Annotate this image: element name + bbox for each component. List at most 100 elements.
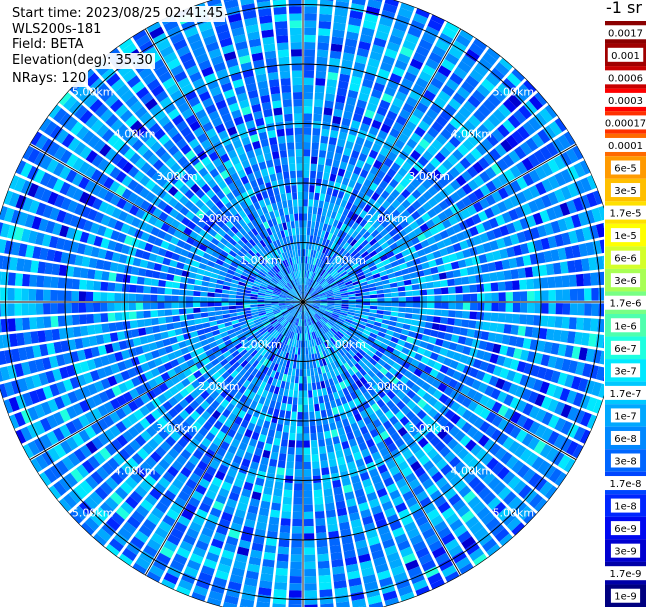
range-gate: [320, 186, 327, 195]
range-gate: [317, 35, 330, 44]
range-gate: [296, 433, 303, 441]
range-gate: [172, 282, 181, 289]
range-gate: [477, 302, 485, 311]
range-gate: [109, 332, 119, 342]
range-gate: [35, 303, 44, 315]
range-gate: [303, 234, 307, 242]
range-gate: [419, 289, 428, 296]
range-gate: [332, 479, 342, 489]
range-gate: [235, 302, 243, 306]
range-gate: [304, 41, 316, 50]
range-gate: [271, 444, 280, 453]
range-gate: [262, 558, 275, 568]
range-gate: [314, 503, 324, 512]
range-gate: [309, 235, 314, 243]
range-gate: [100, 292, 108, 302]
range-gate: [174, 328, 183, 336]
range-gate: [433, 288, 442, 295]
range-gate: [562, 303, 571, 315]
range-gate: [150, 302, 158, 310]
range-gate: [395, 275, 404, 282]
range-gate: [417, 320, 426, 328]
range-gate: [274, 481, 284, 490]
range-gate: [405, 302, 414, 308]
range-gate: [200, 302, 208, 307]
range-gate: [318, 395, 324, 404]
range-gate: [303, 419, 309, 427]
range-gate: [330, 43, 343, 53]
range-gate: [215, 315, 224, 321]
range-gate: [303, 362, 307, 370]
range-gate: [303, 347, 306, 355]
range-gate: [314, 192, 320, 201]
range-gate: [368, 286, 377, 292]
range-gate: [189, 266, 199, 274]
range-gate: [524, 326, 534, 338]
range-gate: [316, 214, 322, 223]
range-gate: [150, 294, 158, 302]
range-gate: [136, 285, 144, 293]
range-gate: [323, 107, 333, 116]
range-gate: [327, 144, 336, 153]
range-gate: [80, 267, 89, 279]
range-gate: [271, 393, 278, 402]
range-gate: [348, 302, 356, 305]
range-gate: [376, 289, 385, 294]
range-gate: [541, 303, 549, 314]
range-gate: [136, 311, 144, 319]
range-gate: [305, 347, 309, 355]
range-gate: [455, 310, 463, 319]
range-gate: [207, 297, 215, 302]
range-gate: [575, 273, 584, 287]
range-gate: [304, 561, 316, 570]
range-gate: [519, 302, 528, 313]
range-gate: [291, 526, 302, 534]
range-gate: [145, 269, 154, 278]
range-gate: [383, 288, 392, 294]
range-gate: [293, 490, 303, 498]
range-gate: [284, 482, 293, 491]
range-gate: [448, 302, 456, 310]
range-gate: [188, 272, 197, 279]
range-gate: [296, 361, 300, 370]
range-gate: [327, 71, 339, 81]
range-gate: [195, 273, 204, 281]
range-gate: [50, 315, 59, 328]
range-gate: [389, 316, 398, 322]
range-gate: [547, 315, 556, 328]
range-gate: [303, 213, 308, 221]
range-gate: [150, 286, 158, 294]
range-gate: [311, 382, 317, 391]
range-gate: [277, 460, 286, 469]
range-gate: [333, 108, 343, 118]
range-gate: [93, 281, 102, 291]
range-gate: [309, 361, 314, 369]
range-gate: [321, 467, 330, 476]
range-gate: [37, 261, 47, 274]
range-gate: [418, 314, 427, 321]
range-gate: [143, 310, 151, 319]
range-gate: [290, 561, 302, 570]
range-gate: [263, 486, 273, 496]
range-gate: [78, 302, 87, 313]
range-gate: [303, 256, 306, 264]
range-gate: [303, 404, 309, 413]
range-gate: [36, 316, 45, 329]
range-gate: [341, 299, 349, 302]
range-gate: [552, 262, 562, 275]
range-gate: [427, 295, 435, 302]
range-gate: [470, 302, 478, 311]
range-gate: [341, 297, 349, 300]
range-gate: [311, 142, 320, 150]
range-gate: [283, 388, 289, 397]
range-gate: [303, 184, 309, 193]
range-gate: [150, 278, 159, 287]
range-gate: [315, 410, 321, 419]
range-gate: [291, 368, 296, 376]
range-gate: [398, 302, 406, 307]
range-gate: [396, 317, 405, 323]
range-gate: [274, 430, 282, 439]
range-gate: [282, 496, 292, 505]
range-gate: [559, 261, 569, 274]
range-gate: [291, 411, 297, 420]
